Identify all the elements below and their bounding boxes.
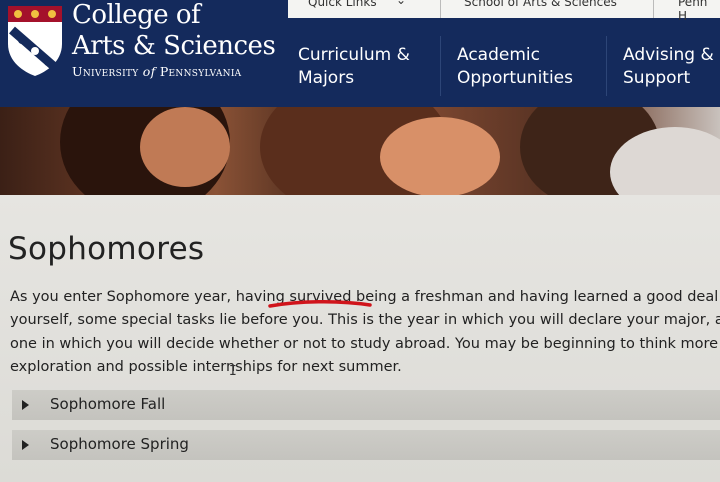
penn-shield-icon	[8, 6, 62, 76]
triangle-right-icon	[22, 440, 29, 450]
nav-label: Support	[623, 68, 691, 88]
page-title: Sophomores	[8, 231, 205, 267]
nav-label: Opportunities	[457, 68, 573, 88]
quick-links-dropdown[interactable]: Quick Links	[308, 0, 377, 9]
accordion-label: Sophomore Fall	[50, 395, 166, 413]
text-cursor-icon: I	[229, 364, 237, 379]
site-header: College of Arts & Sciences University of…	[0, 0, 720, 107]
triangle-right-icon	[22, 400, 29, 410]
red-underline-annotation	[268, 299, 372, 308]
paragraph-line: one in which you will decide whether or …	[10, 335, 720, 352]
college-title-line1: College of	[72, 0, 201, 30]
topbar-divider	[653, 0, 654, 18]
university-part1: University	[72, 64, 139, 79]
nav-curriculum-majors[interactable]: Curriculum & Majors	[298, 44, 410, 90]
college-logo[interactable]: College of Arts & Sciences University of…	[0, 0, 282, 107]
nav-label: Academic	[457, 45, 540, 65]
college-title-line2: Arts & Sciences	[72, 31, 276, 61]
nav-divider	[440, 36, 441, 96]
nav-label: Majors	[298, 68, 355, 88]
nav-academic-opportunities[interactable]: Academic Opportunities	[457, 44, 573, 90]
nav-label: Curriculum &	[298, 45, 410, 65]
university-part2: Pennsylvania	[159, 64, 242, 79]
accordion-label: Sophomore Spring	[50, 435, 189, 453]
chevron-down-icon: ⌄	[396, 0, 407, 7]
accordion-sophomore-spring[interactable]: Sophomore Spring	[12, 430, 720, 460]
paragraph-line: yourself, some special tasks lie before …	[10, 312, 720, 329]
penn-link[interactable]: Penn H	[678, 0, 720, 23]
nav-advising-support[interactable]: Advising & Support	[623, 44, 714, 90]
utility-bar: Quick Links ⌄ School of Arts & Sciences …	[288, 0, 720, 23]
nav-divider	[606, 36, 607, 96]
topbar-divider	[440, 0, 441, 18]
university-of: of	[142, 64, 156, 79]
paragraph-line: exploration and possible internships for…	[10, 358, 402, 375]
banner-photo	[0, 107, 720, 195]
nav-label: Advising &	[623, 45, 714, 65]
school-link[interactable]: School of Arts & Sciences	[464, 0, 617, 9]
accordion-sophomore-fall[interactable]: Sophomore Fall	[12, 390, 720, 420]
university-name: University of Pennsylvania	[72, 64, 241, 79]
photo-shape	[380, 117, 500, 195]
college-title: College of Arts & Sciences	[72, 0, 276, 62]
photo-shape	[140, 107, 230, 187]
